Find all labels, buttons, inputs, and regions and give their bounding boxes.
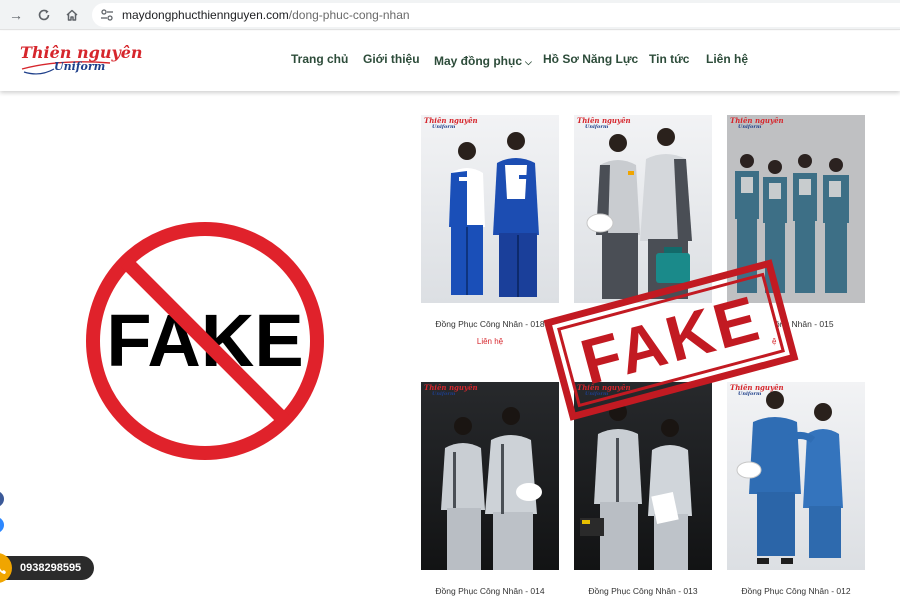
site-settings-icon[interactable]: [100, 8, 114, 22]
product-watermark-logo: Thiên nguyên Uniform: [730, 383, 784, 397]
back-arrow-icon[interactable]: →: [6, 5, 26, 25]
no-fake-sign-icon: FAKE: [86, 222, 324, 460]
menu-item-uniforms[interactable]: May đồng phục ⌵: [434, 54, 532, 68]
home-icon[interactable]: [62, 5, 82, 25]
url-text: maydongphucthiennguyen.com/dong-phuc-con…: [122, 8, 410, 22]
menu-item-profile[interactable]: Hồ Sơ Năng Lực: [543, 52, 638, 66]
site-header: Thiên nguyên Uniform Trang chủ Giới thiệ…: [0, 31, 900, 91]
menu-item-about[interactable]: Giới thiệu: [363, 52, 420, 66]
menu-item-news[interactable]: Tin tức: [649, 52, 689, 66]
product-name[interactable]: Đồng Phục Công Nhân - 013: [563, 586, 723, 596]
product-image[interactable]: Thiên nguyên Uniform: [727, 382, 865, 570]
browser-toolbar: → maydongphucthiennguyen.com/dong-phuc-c…: [0, 0, 900, 30]
product-image[interactable]: Thiên nguyên Uniform: [421, 382, 559, 570]
product-name[interactable]: Đồng Phục Công Nhân - 014: [410, 586, 570, 596]
phone-number: 0938298595: [20, 562, 82, 574]
product-price: Liên hệ: [476, 337, 504, 346]
chevron-down-icon: ⌵: [525, 57, 532, 67]
site-logo[interactable]: Thiên nguyên Uniform: [20, 43, 143, 83]
phone-icon[interactable]: [0, 553, 12, 583]
menu-item-contact[interactable]: Liên hệ: [706, 52, 748, 66]
logo-sub-text: Uniform: [54, 60, 106, 73]
product-image[interactable]: Thiên nguyên Uniform: [574, 115, 712, 303]
product-image[interactable]: Thiên nguyên Uniform: [421, 115, 559, 303]
product-watermark-logo: Thiên nguyên Uniform: [424, 383, 478, 397]
product-watermark-logo: Thiên nguyên Uniform: [730, 116, 784, 130]
product-name[interactable]: Đồng Phục Công Nhân - 012: [716, 586, 876, 596]
product-watermark-logo: Thiên nguyên Uniform: [424, 116, 478, 130]
facebook-icon[interactable]: [0, 491, 4, 507]
messenger-icon[interactable]: [0, 517, 4, 533]
reload-icon[interactable]: [34, 5, 54, 25]
address-bar[interactable]: maydongphucthiennguyen.com/dong-phuc-con…: [92, 3, 900, 27]
menu-item-home[interactable]: Trang chủ: [291, 52, 348, 66]
phone-contact-button[interactable]: 0938298595: [0, 556, 94, 580]
product-watermark-logo: Thiên nguyên Uniform: [577, 116, 631, 130]
